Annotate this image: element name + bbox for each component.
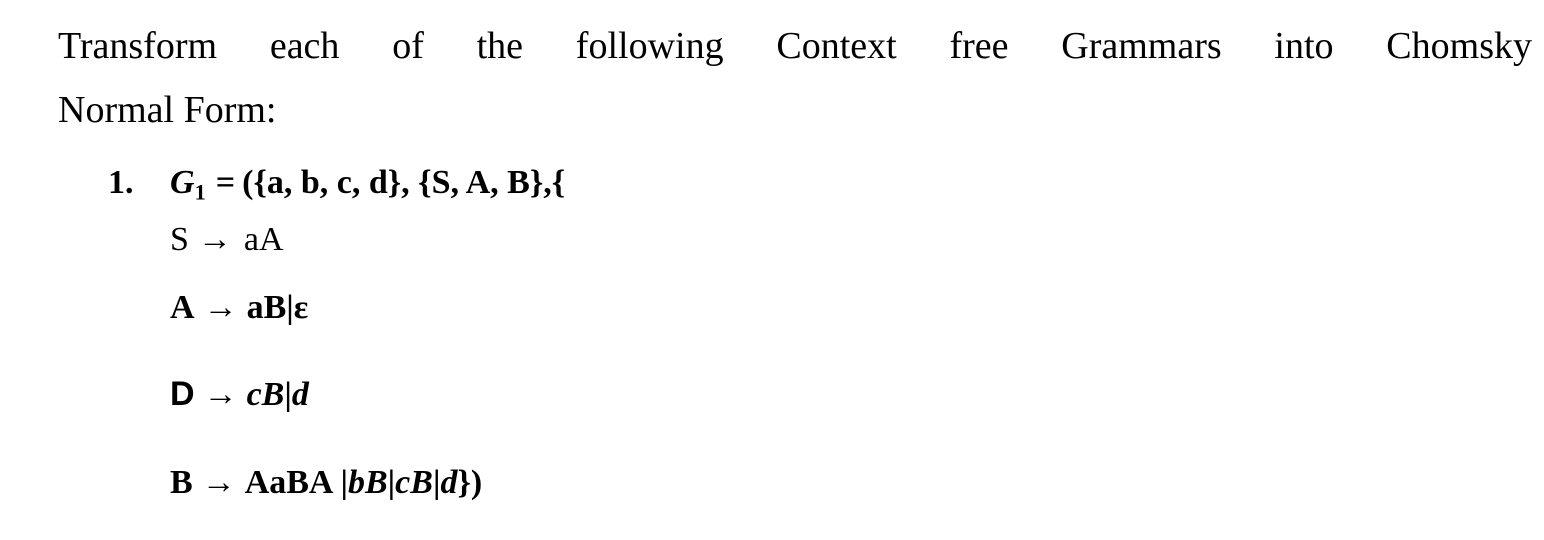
production-rule-d: D → cB|d <box>170 371 1470 418</box>
grammar-definition-line: G1 = ({a, b, c, d}, {S, A, B},{ <box>170 160 1470 215</box>
intro-line-2: Normal Form: <box>58 89 277 131</box>
alternation-separator: | <box>286 289 294 327</box>
production-rule-s: S → aA <box>170 217 1470 263</box>
production-rhs-b-alt1: bB <box>347 464 388 502</box>
grammar-name: G <box>170 164 195 201</box>
production-rhs-d-alt2: d <box>291 376 309 414</box>
production-rhs-b-alt2: cB <box>395 464 433 502</box>
production-lhs-a: A <box>170 289 195 327</box>
grammar-subscript: 1 <box>194 179 206 205</box>
grammar-tuple: ({a, b, c, d}, {S, A, B},{ <box>242 164 566 201</box>
production-lhs-b: B <box>170 464 193 502</box>
production-rhs-a-first: aB <box>246 289 287 327</box>
intro-line-1: Transform each of the following Context … <box>58 25 1532 67</box>
arrow-icon: → <box>203 289 238 327</box>
intro-paragraph: Transform each of the following Context … <box>58 14 1532 142</box>
production-rhs-s: aA <box>243 221 284 259</box>
production-lhs-d: D <box>170 375 195 414</box>
production-rhs-b-alt3: d <box>440 464 458 502</box>
list-item-marker: 1. <box>108 164 134 201</box>
arrow-icon: → <box>197 221 232 259</box>
equals-sign: = <box>215 164 236 201</box>
epsilon-symbol: ε <box>293 289 309 327</box>
production-rhs-d-alt1: cB <box>246 376 285 414</box>
alternation-separator: | <box>284 376 292 414</box>
exercise-list: 1. G1 = ({a, b, c, d}, {S, A, B},{ S → aA A →… <box>0 160 1544 506</box>
list-item: 1. G1 = ({a, b, c, d}, {S, A, B},{ S → aA A →… <box>0 160 1544 506</box>
list-item-body: G1 = ({a, b, c, d}, {S, A, B},{ S → aA A → aB|… <box>170 160 1470 506</box>
alternation-separator: | <box>340 464 348 502</box>
document-page: Transform each of the following Context … <box>0 0 1544 540</box>
production-rule-a: A → aB|ε <box>170 285 1470 331</box>
grammar-closing-brackets: }) <box>457 464 483 502</box>
production-lhs-s: S <box>170 221 189 259</box>
production-rule-b: B → AaBA |bB|cB|d}) <box>170 460 1470 506</box>
arrow-icon: → <box>201 464 236 502</box>
arrow-icon: → <box>203 376 238 414</box>
production-rhs-b-first: AaBA <box>244 464 334 502</box>
